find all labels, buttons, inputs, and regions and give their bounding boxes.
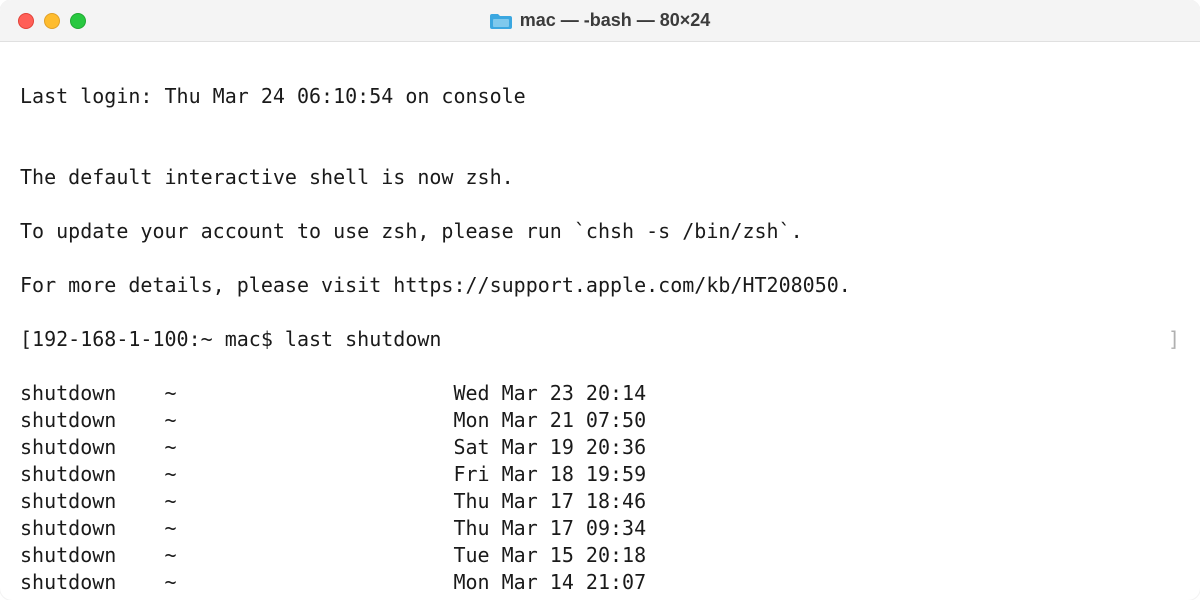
prompt-text: 192-168-1-100:~ mac$ last shutdown bbox=[32, 327, 441, 351]
zsh-msg-1: The default interactive shell is now zsh… bbox=[20, 164, 1180, 191]
shutdown-name: shutdown bbox=[20, 488, 164, 515]
shutdown-when: Sat Mar 12 19:22 bbox=[453, 596, 646, 600]
shutdown-name: shutdown bbox=[20, 515, 164, 542]
shutdown-row: shutdown~Mon Mar 14 21:07 bbox=[20, 569, 1180, 596]
terminal-window: mac — -bash — 80×24 Last login: Thu Mar … bbox=[0, 0, 1200, 600]
shutdown-row: shutdown~Sat Mar 19 20:36 bbox=[20, 434, 1180, 461]
close-icon[interactable] bbox=[18, 13, 34, 29]
shutdown-row: shutdown~Tue Mar 15 20:18 bbox=[20, 542, 1180, 569]
traffic-lights bbox=[18, 13, 86, 29]
shutdown-list: shutdown~Wed Mar 23 20:14shutdown~Mon Ma… bbox=[20, 380, 1180, 600]
shutdown-name: shutdown bbox=[20, 407, 164, 434]
shutdown-row: shutdown~Wed Mar 23 20:14 bbox=[20, 380, 1180, 407]
shutdown-when: Mon Mar 21 07:50 bbox=[453, 407, 646, 434]
folder-icon bbox=[490, 12, 512, 30]
window-title: mac — -bash — 80×24 bbox=[520, 10, 711, 31]
zsh-msg-3: For more details, please visit https://s… bbox=[20, 272, 1180, 299]
shutdown-when: Tue Mar 15 20:18 bbox=[453, 542, 646, 569]
prompt-open-bracket: [ bbox=[20, 327, 32, 351]
titlebar: mac — -bash — 80×24 bbox=[0, 0, 1200, 42]
shutdown-row: shutdown~Fri Mar 18 19:59 bbox=[20, 461, 1180, 488]
shutdown-name: shutdown bbox=[20, 569, 164, 596]
shutdown-when: Thu Mar 17 18:46 bbox=[453, 488, 646, 515]
shutdown-name: shutdown bbox=[20, 596, 164, 600]
shutdown-when: Fri Mar 18 19:59 bbox=[453, 461, 646, 488]
minimize-icon[interactable] bbox=[44, 13, 60, 29]
shutdown-tty: ~ bbox=[164, 596, 453, 600]
shutdown-name: shutdown bbox=[20, 380, 164, 407]
shutdown-tty: ~ bbox=[164, 542, 453, 569]
zsh-msg-2: To update your account to use zsh, pleas… bbox=[20, 218, 1180, 245]
shutdown-row: shutdown~Thu Mar 17 09:34 bbox=[20, 515, 1180, 542]
shutdown-row: shutdown~Mon Mar 21 07:50 bbox=[20, 407, 1180, 434]
shutdown-tty: ~ bbox=[164, 380, 453, 407]
terminal-content[interactable]: Last login: Thu Mar 24 06:10:54 on conso… bbox=[0, 42, 1200, 600]
shutdown-when: Thu Mar 17 09:34 bbox=[453, 515, 646, 542]
window-title-wrap: mac — -bash — 80×24 bbox=[490, 10, 711, 31]
shutdown-when: Wed Mar 23 20:14 bbox=[453, 380, 646, 407]
prompt-line: [192-168-1-100:~ mac$ last shutdown] bbox=[20, 326, 1180, 353]
shutdown-tty: ~ bbox=[164, 461, 453, 488]
shutdown-row: shutdown~Sat Mar 12 19:22 bbox=[20, 596, 1180, 600]
shutdown-name: shutdown bbox=[20, 461, 164, 488]
prompt-close-bracket: ] bbox=[1168, 326, 1180, 353]
shutdown-tty: ~ bbox=[164, 515, 453, 542]
shutdown-when: Sat Mar 19 20:36 bbox=[453, 434, 646, 461]
shutdown-tty: ~ bbox=[164, 407, 453, 434]
last-login-line: Last login: Thu Mar 24 06:10:54 on conso… bbox=[20, 83, 1180, 110]
zoom-icon[interactable] bbox=[70, 13, 86, 29]
shutdown-row: shutdown~Thu Mar 17 18:46 bbox=[20, 488, 1180, 515]
shutdown-when: Mon Mar 14 21:07 bbox=[453, 569, 646, 596]
shutdown-name: shutdown bbox=[20, 542, 164, 569]
shutdown-tty: ~ bbox=[164, 488, 453, 515]
shutdown-tty: ~ bbox=[164, 569, 453, 596]
shutdown-name: shutdown bbox=[20, 434, 164, 461]
shutdown-tty: ~ bbox=[164, 434, 453, 461]
